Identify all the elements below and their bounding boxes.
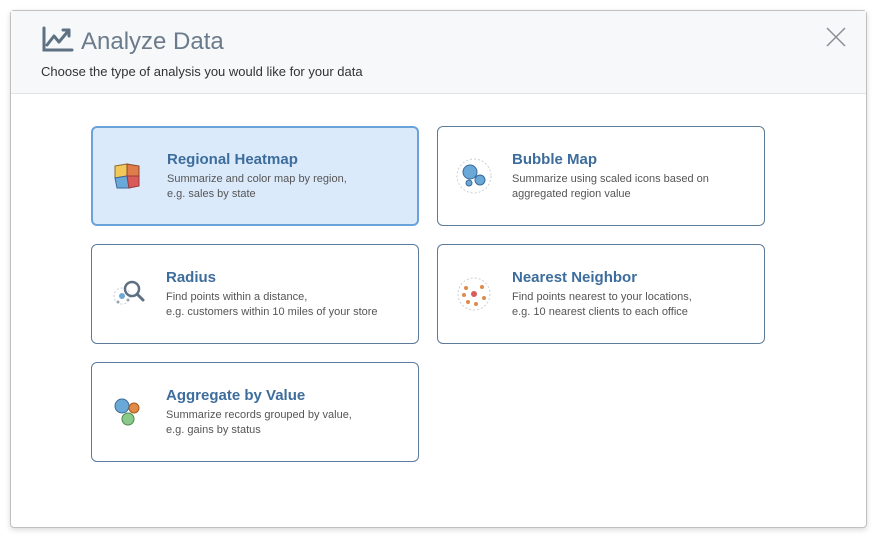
card-desc: Find points nearest to your locations,e.… xyxy=(512,290,748,320)
close-button[interactable] xyxy=(824,25,848,54)
aggregate-by-value-icon xyxy=(108,392,148,432)
card-nearest-neighbor[interactable]: Nearest Neighbor Find points nearest to … xyxy=(437,244,765,344)
card-title: Regional Heatmap xyxy=(167,151,401,168)
card-text: Bubble Map Summarize using scaled icons … xyxy=(512,151,748,202)
card-text: Radius Find points within a distance,e.g… xyxy=(166,269,402,320)
analysis-card-grid: Regional Heatmap Summarize and color map… xyxy=(91,126,826,462)
nearest-neighbor-icon xyxy=(454,274,494,314)
dialog-subtitle: Choose the type of analysis you would li… xyxy=(41,64,846,79)
card-bubble-map[interactable]: Bubble Map Summarize using scaled icons … xyxy=(437,126,765,226)
card-title: Radius xyxy=(166,269,402,286)
card-text: Regional Heatmap Summarize and color map… xyxy=(167,151,401,202)
dialog-body: Regional Heatmap Summarize and color map… xyxy=(11,94,866,492)
card-text: Aggregate by Value Summarize records gro… xyxy=(166,387,402,438)
card-title: Bubble Map xyxy=(512,151,748,168)
close-icon xyxy=(824,25,848,49)
card-regional-heatmap[interactable]: Regional Heatmap Summarize and color map… xyxy=(91,126,419,226)
bubble-map-icon xyxy=(454,156,494,196)
card-desc: Summarize using scaled icons based on ag… xyxy=(512,172,748,202)
card-title: Aggregate by Value xyxy=(166,387,402,404)
dialog-title: Analyze Data xyxy=(81,28,224,56)
card-desc: Summarize and color map by region,e.g. s… xyxy=(167,172,401,202)
title-row: Analyze Data xyxy=(41,25,846,58)
card-desc: Find points within a distance,e.g. custo… xyxy=(166,290,402,320)
card-desc: Summarize records grouped by value,e.g. … xyxy=(166,408,402,438)
card-radius[interactable]: Radius Find points within a distance,e.g… xyxy=(91,244,419,344)
chart-line-icon xyxy=(41,25,75,58)
dialog-header: Analyze Data Choose the type of analysis… xyxy=(11,11,866,94)
card-text: Nearest Neighbor Find points nearest to … xyxy=(512,269,748,320)
card-aggregate-by-value[interactable]: Aggregate by Value Summarize records gro… xyxy=(91,362,419,462)
analyze-data-dialog: Analyze Data Choose the type of analysis… xyxy=(10,10,867,528)
card-title: Nearest Neighbor xyxy=(512,269,748,286)
regional-heatmap-icon xyxy=(109,156,149,196)
radius-icon xyxy=(108,274,148,314)
